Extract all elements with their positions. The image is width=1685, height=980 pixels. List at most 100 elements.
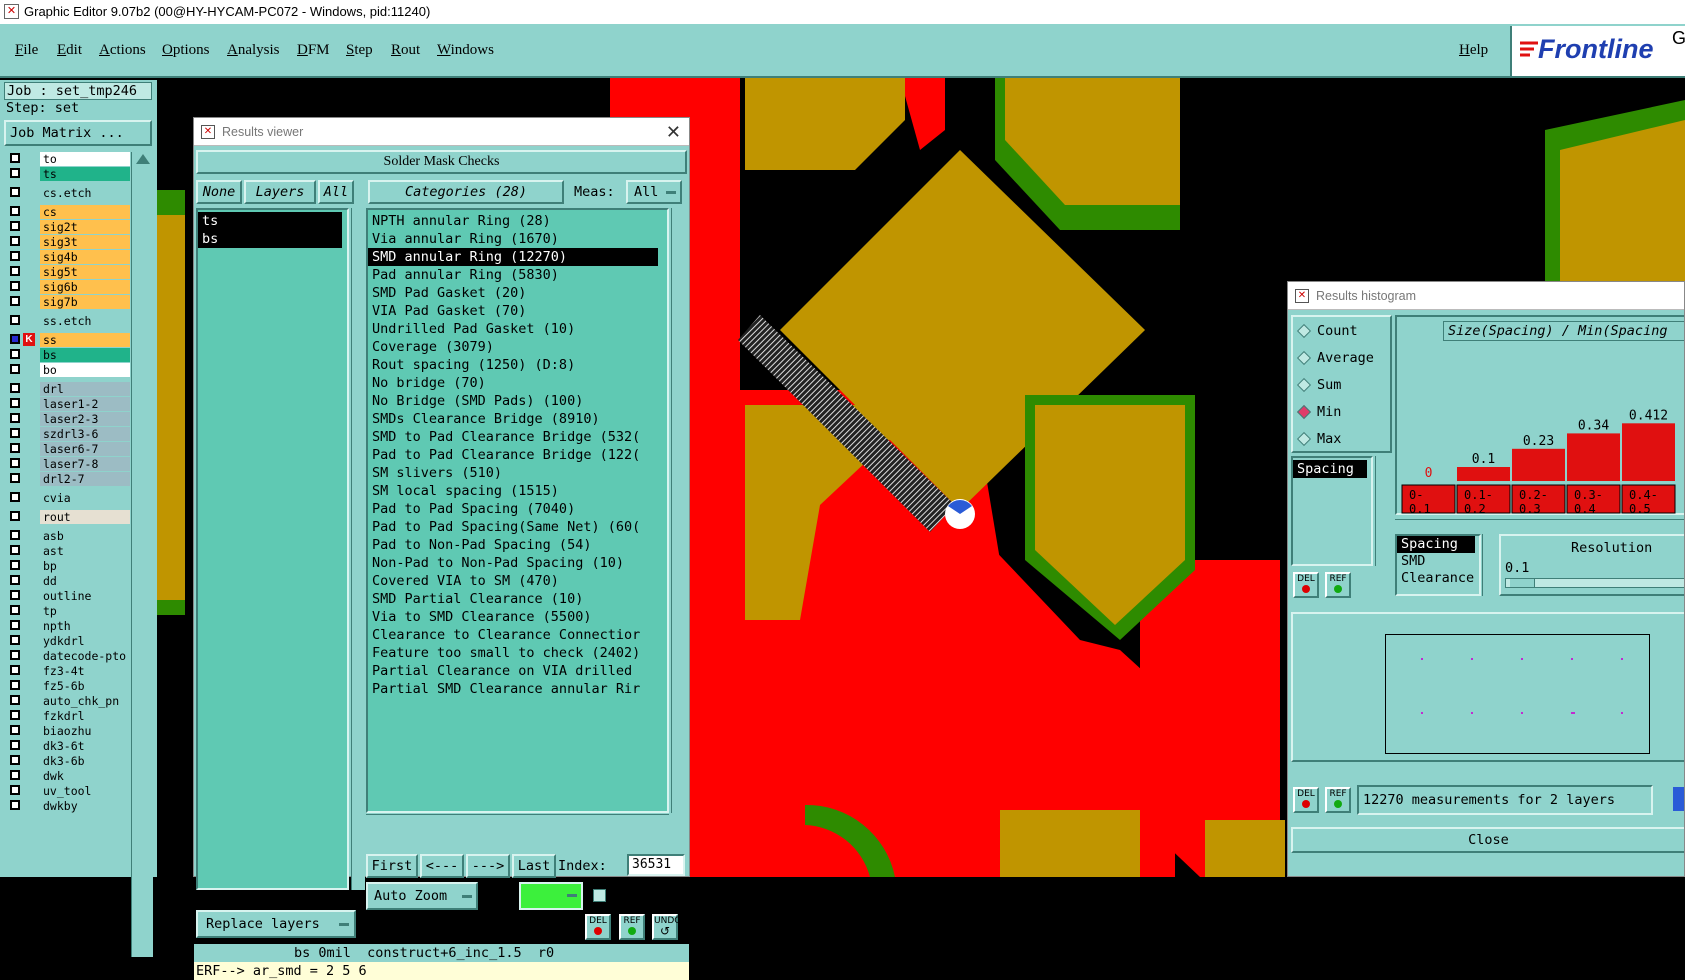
layer-name[interactable]: npth [40,619,130,633]
category-item[interactable]: Feature too small to check (2402) [368,644,658,662]
layer-row-dk3-6b[interactable]: dk3-6b [8,754,130,768]
layer-row-auto-chk-pn[interactable]: auto_chk_pn [8,694,130,708]
layer-name[interactable]: datecode-pto [40,649,130,663]
layer-row-fzkdrl[interactable]: fzkdrl [8,709,130,723]
layer-name[interactable]: ss [40,333,130,347]
mode-count[interactable]: Count [1296,323,1358,339]
layer-name[interactable]: outline [40,589,130,603]
layer-checkbox[interactable] [10,334,20,344]
prev-button[interactable]: <--- [420,854,464,878]
layer-row-bp[interactable]: bp [8,559,130,573]
menu-windows[interactable]: Windows [437,42,494,59]
hist-ref-button[interactable]: REF [1325,787,1351,813]
close-icon[interactable]: ✕ [666,118,681,146]
category-item[interactable]: Pad to Pad Clearance Bridge (122( [368,446,658,464]
layer-checkbox[interactable] [10,770,20,780]
layer-row-cs[interactable]: cs [8,205,130,219]
menu-file[interactable]: File [15,42,38,59]
all-layers-button[interactable]: All [318,180,354,204]
layer-name[interactable]: fz3-4t [40,664,130,678]
category-item[interactable]: Pad to Pad Spacing (7040) [368,500,658,518]
layer-name[interactable]: bp [40,559,130,573]
layer-row-laser2-3[interactable]: laser2-3 [8,412,130,426]
layer-name[interactable]: laser7-8 [40,457,130,471]
layer-row-dwkby[interactable]: dwkby [8,799,130,813]
hist-ref-button-top[interactable]: REF [1325,572,1351,598]
layer-checkbox[interactable] [10,281,20,291]
layer-checkbox[interactable] [10,511,20,521]
menu-help[interactable]: Help [1459,42,1488,59]
layer-name[interactable]: sig7b [40,295,130,309]
ref-button[interactable]: REF [619,914,645,940]
selected-layer-bs[interactable]: bs [198,230,342,248]
layer-row-sig7b[interactable]: sig7b [8,295,130,309]
layer-name[interactable]: cs [40,205,130,219]
index-input[interactable]: 36531 [627,854,685,876]
layer-checkbox[interactable] [10,695,20,705]
layer-checkbox[interactable] [10,785,20,795]
layer-name[interactable]: drl2-7 [40,472,130,486]
resolution-slider[interactable] [1505,578,1684,588]
layer-checkbox[interactable] [10,605,20,615]
mode-average[interactable]: Average [1296,350,1374,366]
layer-checkbox[interactable] [10,383,20,393]
layer-name[interactable]: bo [40,363,130,377]
category-item[interactable]: SMD Pad Gasket (20) [368,284,658,302]
categories-h-scrollbar[interactable] [366,814,669,826]
layer-row-to[interactable]: to [8,152,130,166]
layer-row-laser1-2[interactable]: laser1-2 [8,397,130,411]
selected-layers-list[interactable]: ts bs [196,208,349,890]
measure-list[interactable]: Spacing [1291,456,1373,566]
layer-row-dk3-6t[interactable]: dk3-6t [8,739,130,753]
layer-row-rout[interactable]: rout [8,510,130,524]
layer-checkbox[interactable] [10,187,20,197]
measure-type-clearance[interactable]: Clearance [1397,570,1479,587]
layer-name[interactable]: dwkby [40,799,130,813]
undo-button[interactable]: UNDO ↺ [652,914,681,940]
layer-row-fz5-6b[interactable]: fz5-6b [8,679,130,693]
layer-name[interactable]: sig6b [40,280,130,294]
layer-list-scrollbar[interactable] [131,152,153,957]
auto-zoom-select[interactable]: Auto Zoom [366,882,478,910]
category-item[interactable]: SMDs Clearance Bridge (8910) [368,410,658,428]
layer-row-szdrl3-6[interactable]: szdrl3-6 [8,427,130,441]
category-item[interactable]: VIA Pad Gasket (70) [368,302,658,320]
layer-row-sig3t[interactable]: sig3t [8,235,130,249]
layer-checkbox[interactable] [10,725,20,735]
layer-row-tp[interactable]: tp [8,604,130,618]
replace-layers-select[interactable]: Replace layers [196,910,356,938]
layer-checkbox[interactable] [10,800,20,810]
layer-checkbox[interactable] [10,206,20,216]
scroll-up-arrow-icon[interactable] [135,154,150,164]
measure-list-item[interactable]: Spacing [1293,460,1367,478]
layer-name[interactable]: sig4b [40,250,130,264]
layer-name[interactable]: fzkdrl [40,709,130,723]
layer-checkbox[interactable] [10,349,20,359]
layer-name[interactable]: dd [40,574,130,588]
layer-row-sig4b[interactable]: sig4b [8,250,130,264]
layer-row-sig2t[interactable]: sig2t [8,220,130,234]
layer-row-ydkdrl[interactable]: ydkdrl [8,634,130,648]
measure-type-scrollbar[interactable] [1482,534,1496,596]
mode-sum[interactable]: Sum [1296,377,1341,393]
layer-row-dd[interactable]: dd [8,574,130,588]
layer-checkbox[interactable] [10,590,20,600]
menu-dfm[interactable]: DFM [297,42,330,59]
layer-name[interactable]: dk3-6b [40,754,130,768]
measure-type-list[interactable]: Spacing SMD Clearance [1395,534,1481,596]
layer-checkbox[interactable] [10,364,20,374]
categories-list[interactable]: NPTH annular Ring (28) Via annular Ring (… [366,208,669,813]
layer-checkbox[interactable] [10,413,20,423]
layer-checkbox[interactable] [10,635,20,645]
layer-row-datecode-pto[interactable]: datecode-pto [8,649,130,663]
layer-row-bo[interactable]: bo [8,363,130,377]
measure-list-scrollbar[interactable] [1375,456,1389,566]
layer-name[interactable]: ydkdrl [40,634,130,648]
layer-name[interactable]: rout [40,510,130,524]
layer-checkbox[interactable] [10,473,20,483]
mode-min[interactable]: Min [1296,404,1341,420]
layer-checkbox[interactable] [10,755,20,765]
layer-row-ss-etch[interactable]: ss.etch [8,314,130,328]
category-item[interactable]: SM local spacing (1515) [368,482,658,500]
category-item[interactable]: Undrilled Pad Gasket (10) [368,320,658,338]
